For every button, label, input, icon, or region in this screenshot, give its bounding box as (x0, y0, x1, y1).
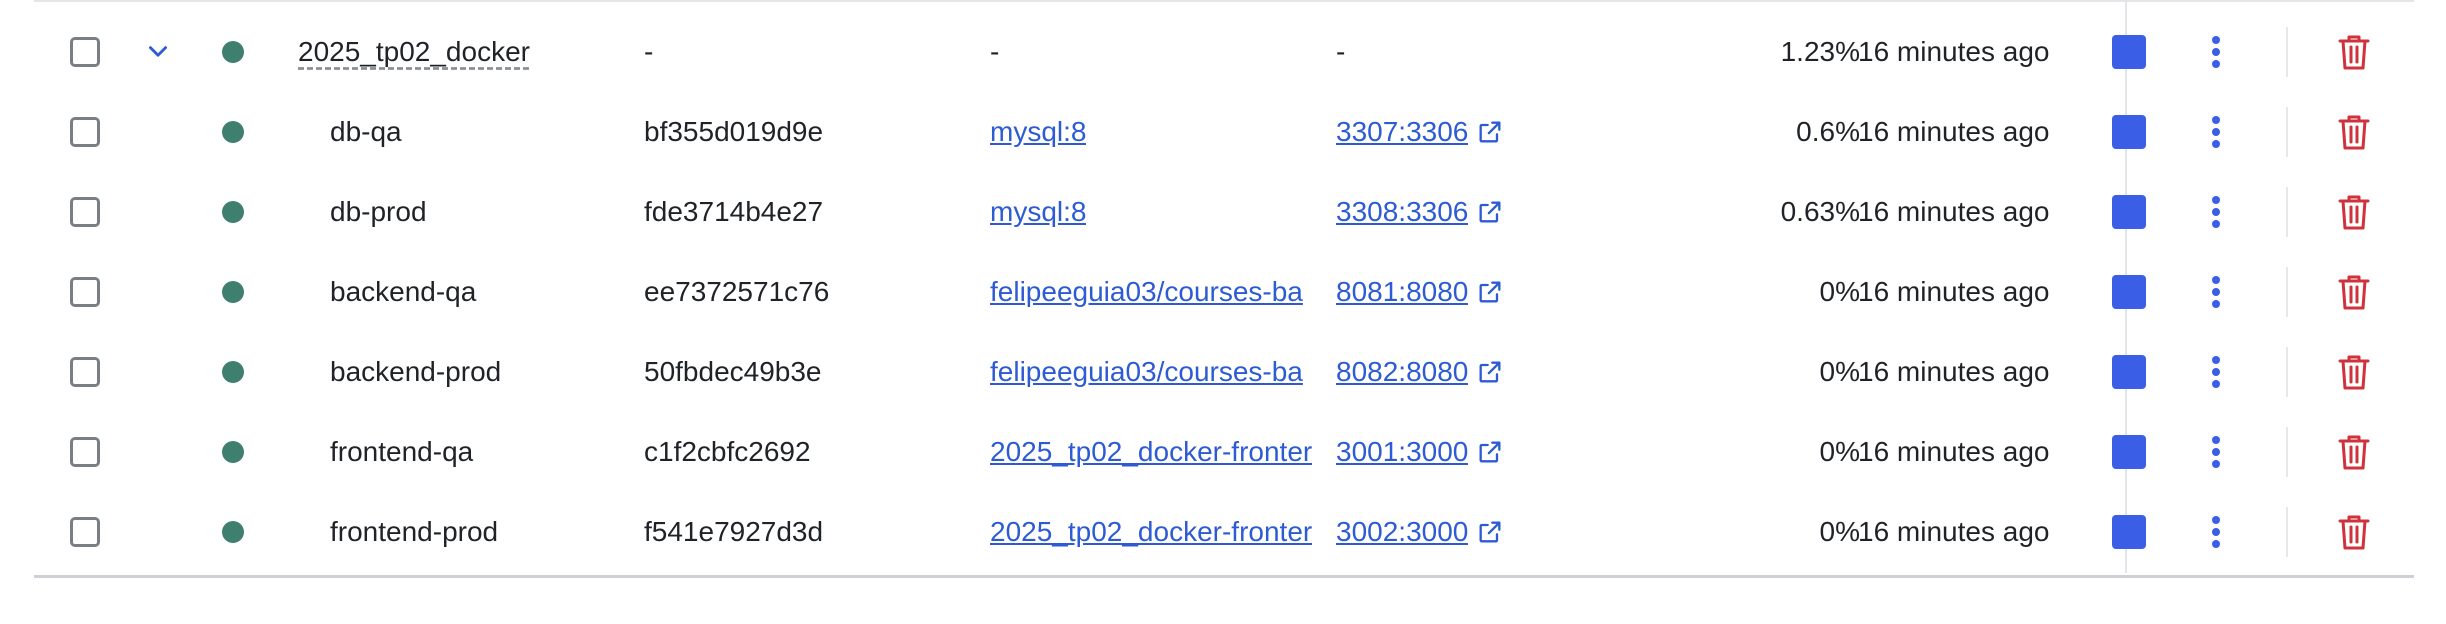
container-id: - (644, 36, 654, 67)
cpu-usage: 0.63% (1780, 196, 1860, 227)
containers-table: 2025_tp02_docker - - - 1.23% 16 minutes … (34, 0, 2414, 578)
container-id: fde3714b4e27 (644, 196, 824, 227)
cpu-usage: 0% (1819, 516, 1860, 547)
port-link[interactable]: 3307:3306 (1336, 116, 1468, 148)
image: - (990, 36, 1000, 67)
action-separator (2286, 27, 2288, 77)
table-row[interactable]: backend-prod 50fbdec49b3e felipeeguia03/… (34, 332, 2414, 412)
stop-icon[interactable] (2112, 435, 2146, 469)
port-link[interactable]: 8081:8080 (1336, 276, 1468, 308)
status-dot-icon (222, 361, 244, 383)
port-link[interactable]: 3308:3306 (1336, 196, 1468, 228)
table-row[interactable]: db-prod fde3714b4e27 mysql:8 3308:3306 0… (34, 172, 2414, 252)
last-started: 16 minutes ago (1858, 276, 2050, 307)
last-started: 16 minutes ago (1858, 516, 2050, 547)
last-started: 16 minutes ago (1858, 116, 2050, 147)
external-link-icon[interactable] (1476, 518, 1504, 546)
action-separator (2286, 107, 2288, 157)
image-link[interactable]: 2025_tp02_docker-fronter (990, 516, 1312, 548)
container-name[interactable]: db-prod (330, 196, 427, 228)
image-link[interactable]: felipeeguia03/courses-ba (990, 356, 1303, 388)
row-checkbox[interactable] (70, 37, 100, 67)
more-vertical-icon[interactable] (2196, 512, 2236, 552)
trash-icon[interactable] (2334, 432, 2374, 472)
action-separator (2286, 507, 2288, 557)
table-row[interactable]: frontend-prod f541e7927d3d 2025_tp02_doc… (34, 492, 2414, 572)
group-name[interactable]: 2025_tp02_docker (298, 36, 530, 68)
more-vertical-icon[interactable] (2196, 352, 2236, 392)
status-dot-icon (222, 521, 244, 543)
status-dot-icon (222, 41, 244, 63)
more-vertical-icon[interactable] (2196, 432, 2236, 472)
status-dot-icon (222, 441, 244, 463)
last-started: 16 minutes ago (1858, 36, 2050, 67)
stop-icon[interactable] (2112, 115, 2146, 149)
row-checkbox[interactable] (70, 117, 100, 147)
more-vertical-icon[interactable] (2196, 272, 2236, 312)
port-link[interactable]: 3002:3000 (1336, 516, 1468, 548)
action-separator (2286, 427, 2288, 477)
trash-icon[interactable] (2334, 192, 2374, 232)
external-link-icon[interactable] (1476, 358, 1504, 386)
external-link-icon[interactable] (1476, 278, 1504, 306)
stop-icon[interactable] (2112, 355, 2146, 389)
last-started: 16 minutes ago (1858, 356, 2050, 387)
row-checkbox[interactable] (70, 517, 100, 547)
row-checkbox[interactable] (70, 357, 100, 387)
stop-icon[interactable] (2112, 35, 2146, 69)
external-link-icon[interactable] (1476, 198, 1504, 226)
last-started: 16 minutes ago (1858, 196, 2050, 227)
container-name[interactable]: backend-qa (330, 276, 476, 308)
container-id: c1f2cbfc2692 (644, 436, 811, 467)
cpu-usage: 1.23% (1780, 36, 1860, 67)
stop-icon[interactable] (2112, 515, 2146, 549)
trash-icon[interactable] (2334, 32, 2374, 72)
cpu-usage: 0% (1819, 436, 1860, 467)
cpu-usage: 0% (1819, 276, 1860, 307)
container-id: bf355d019d9e (644, 116, 824, 147)
external-link-icon[interactable] (1476, 118, 1504, 146)
cpu-usage: 0.6% (1796, 116, 1860, 147)
table-row[interactable]: backend-qa ee7372571c76 felipeeguia03/co… (34, 252, 2414, 332)
more-vertical-icon[interactable] (2196, 32, 2236, 72)
action-separator (2286, 347, 2288, 397)
table-row[interactable]: frontend-qa c1f2cbfc2692 2025_tp02_docke… (34, 412, 2414, 492)
container-id: ee7372571c76 (644, 276, 830, 307)
row-checkbox[interactable] (70, 197, 100, 227)
table-row-group[interactable]: 2025_tp02_docker - - - 1.23% 16 minutes … (34, 12, 2414, 92)
more-vertical-icon[interactable] (2196, 112, 2236, 152)
last-started: 16 minutes ago (1858, 436, 2050, 467)
action-separator (2286, 267, 2288, 317)
trash-icon[interactable] (2334, 512, 2374, 552)
container-id: 50fbdec49b3e (644, 356, 822, 387)
image-link[interactable]: mysql:8 (990, 116, 1086, 148)
container-name[interactable]: frontend-qa (330, 436, 473, 468)
trash-icon[interactable] (2334, 112, 2374, 152)
status-dot-icon (222, 201, 244, 223)
row-checkbox[interactable] (70, 437, 100, 467)
image-link[interactable]: mysql:8 (990, 196, 1086, 228)
stop-icon[interactable] (2112, 275, 2146, 309)
port-link[interactable]: 3001:3000 (1336, 436, 1468, 468)
image-link[interactable]: felipeeguia03/courses-ba (990, 276, 1303, 308)
status-dot-icon (222, 281, 244, 303)
row-checkbox[interactable] (70, 277, 100, 307)
port: - (1336, 36, 1346, 67)
trash-icon[interactable] (2334, 352, 2374, 392)
container-name[interactable]: frontend-prod (330, 516, 498, 548)
container-id: f541e7927d3d (644, 516, 824, 547)
port-link[interactable]: 8082:8080 (1336, 356, 1468, 388)
more-vertical-icon[interactable] (2196, 192, 2236, 232)
status-dot-icon (222, 121, 244, 143)
container-name[interactable]: backend-prod (330, 356, 501, 388)
chevron-down-icon[interactable] (138, 32, 178, 72)
action-separator (2286, 187, 2288, 237)
image-link[interactable]: 2025_tp02_docker-fronter (990, 436, 1312, 468)
table-row[interactable]: db-qa bf355d019d9e mysql:8 3307:3306 0.6… (34, 92, 2414, 172)
stop-icon[interactable] (2112, 195, 2146, 229)
container-name[interactable]: db-qa (330, 116, 402, 148)
cpu-usage: 0% (1819, 356, 1860, 387)
external-link-icon[interactable] (1476, 438, 1504, 466)
trash-icon[interactable] (2334, 272, 2374, 312)
